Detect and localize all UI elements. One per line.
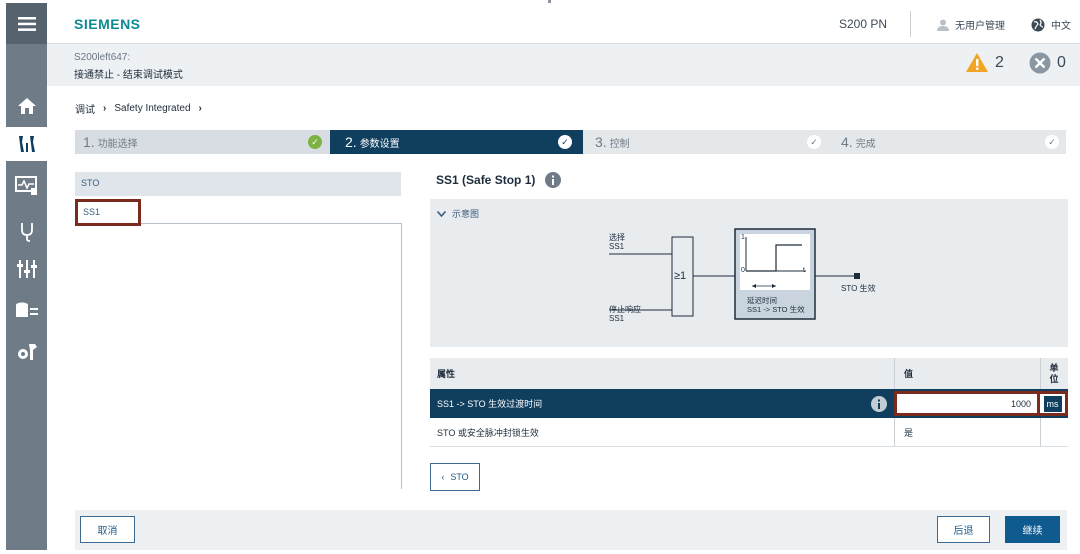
schematic-panel: 示意图 选择 SS1 停止响应 SS1 ≥1 1 0 t 延迟时间 SS1 ->… xyxy=(430,199,1068,347)
step-number: 2. xyxy=(345,134,357,150)
user-management[interactable]: 无用户管理 xyxy=(937,17,1005,32)
input-stop-response: 停止响应 SS1 xyxy=(609,305,641,323)
step-label: 完成 xyxy=(855,138,876,150)
error-count: 0 xyxy=(1057,54,1066,71)
header-property: 属性 xyxy=(437,369,456,379)
step-number: 3. xyxy=(595,134,607,150)
settings-wrench-icon xyxy=(17,344,37,360)
step-complete[interactable]: 4. 完成 ✓ xyxy=(829,130,1066,154)
function-item-sto[interactable]: STO xyxy=(75,172,401,196)
drive-name: S200left647: xyxy=(74,52,131,63)
nav-diagnostics[interactable] xyxy=(6,169,47,203)
transition-time-value: 1000 xyxy=(1010,399,1031,409)
error-indicator[interactable]: 0 xyxy=(1029,52,1066,74)
row-value: 是 xyxy=(904,427,914,438)
back-button[interactable]: 后退 xyxy=(937,516,990,543)
error-icon xyxy=(1029,52,1051,74)
back-to-sto-button[interactable]: ‹ STO xyxy=(430,463,480,491)
globe-icon xyxy=(1031,18,1045,31)
footer-bar: 取消 后退 继续 xyxy=(75,510,1067,550)
nav-home[interactable] xyxy=(6,89,47,123)
continue-button[interactable]: 继续 xyxy=(1005,516,1060,543)
status-bar: S200left647: 接通禁止 - 结束调试模式 2 0 xyxy=(47,44,1080,86)
timer-caption: 延迟时间 SS1 -> STO 生效 xyxy=(747,296,805,314)
ss1-logic-diagram xyxy=(609,228,860,320)
table-header: 属性 值 单 位 xyxy=(430,358,1068,389)
output-sto-active: STO 生效 xyxy=(841,284,876,293)
user-icon xyxy=(937,19,949,31)
hamburger-icon xyxy=(17,16,36,31)
step-number: 1. xyxy=(83,134,95,150)
transition-time-input[interactable]: 1000 xyxy=(894,391,1040,416)
step-function-selection[interactable]: 1. 功能选择 ✓ xyxy=(75,130,330,154)
check-icon: ✓ xyxy=(1045,135,1059,149)
step-parameter-settings[interactable]: 2. 参数设置 ✓ xyxy=(330,130,583,154)
left-nav xyxy=(6,3,47,550)
home-icon xyxy=(17,98,36,114)
user-label: 无用户管理 xyxy=(955,21,1005,32)
breadcrumb: 调试 › Safety Integrated › xyxy=(75,101,202,116)
nav-backup[interactable] xyxy=(6,294,47,328)
chevron-right-icon: › xyxy=(198,103,202,114)
hamburger-menu-button[interactable] xyxy=(6,3,47,44)
top-header: SIEMENS S200 PN 无用户管理 中文 xyxy=(47,3,1080,44)
function-list-panel xyxy=(141,223,402,489)
function-item-ss1[interactable]: SS1 xyxy=(75,199,141,226)
tools-icon xyxy=(18,136,35,152)
unit-cell: ms xyxy=(1040,391,1068,416)
table-row[interactable]: STO 或安全脉冲封锁生效 是 xyxy=(430,418,1068,447)
check-icon: ✓ xyxy=(308,135,322,149)
unit-ms: ms xyxy=(1043,395,1062,412)
nav-commissioning[interactable] xyxy=(6,127,47,161)
language-label: 中文 xyxy=(1051,21,1071,32)
check-icon: ✓ xyxy=(807,135,821,149)
chevron-left-icon: ‹ xyxy=(441,472,445,482)
row-property: SS1 -> STO 生效过渡时间 xyxy=(437,399,543,409)
nav-parameters[interactable] xyxy=(6,252,47,286)
language-selector[interactable]: 中文 xyxy=(1031,17,1071,32)
breadcrumb-item[interactable]: 调试 xyxy=(75,101,95,116)
check-icon: ✓ xyxy=(558,135,572,149)
column-divider xyxy=(894,418,895,446)
sliders-icon xyxy=(16,260,37,278)
or-gate-label: ≥1 xyxy=(674,270,687,282)
column-divider xyxy=(1040,418,1041,446)
header-value: 值 xyxy=(904,369,914,379)
monitor-icon xyxy=(14,176,37,195)
timer-one-label: 1 xyxy=(741,234,745,241)
column-divider xyxy=(894,358,895,389)
cancel-button[interactable]: 取消 xyxy=(80,516,135,543)
table-row[interactable]: SS1 -> STO 生效过渡时间 1000 ms xyxy=(430,389,1068,418)
timer-zero-label: 0 xyxy=(741,267,745,274)
header-divider xyxy=(910,11,911,37)
row-property: STO 或安全脉冲封锁生效 xyxy=(437,427,539,438)
info-icon[interactable] xyxy=(871,396,887,415)
step-control[interactable]: 3. 控制 ✓ xyxy=(583,130,829,154)
nav-settings[interactable] xyxy=(6,335,47,369)
section-title-text: SS1 (Safe Stop 1) xyxy=(436,173,536,187)
warning-count: 2 xyxy=(995,53,1004,71)
chevron-right-icon: › xyxy=(103,103,107,114)
info-icon[interactable] xyxy=(545,172,562,188)
breadcrumb-item[interactable]: Safety Integrated xyxy=(114,103,190,114)
step-label: 控制 xyxy=(609,138,630,150)
input-select-ss1: 选择 SS1 xyxy=(609,233,625,251)
siemens-logo: SIEMENS xyxy=(74,16,141,32)
step-label: 参数设置 xyxy=(359,138,400,150)
warning-indicator[interactable]: 2 xyxy=(965,52,1004,73)
section-title: SS1 (Safe Stop 1) xyxy=(436,172,562,188)
header-unit: 单 位 xyxy=(1049,362,1059,384)
step-number: 4. xyxy=(841,134,853,150)
timer-t-label: t xyxy=(803,267,805,274)
database-transfer-icon xyxy=(15,302,38,317)
nav-health[interactable] xyxy=(6,215,47,249)
device-name: S200 PN xyxy=(839,17,888,31)
warning-icon xyxy=(966,53,988,72)
drive-status: 接通禁止 - 结束调试模式 xyxy=(74,70,183,81)
stethoscope-icon xyxy=(20,223,33,242)
step-label: 功能选择 xyxy=(97,138,138,150)
